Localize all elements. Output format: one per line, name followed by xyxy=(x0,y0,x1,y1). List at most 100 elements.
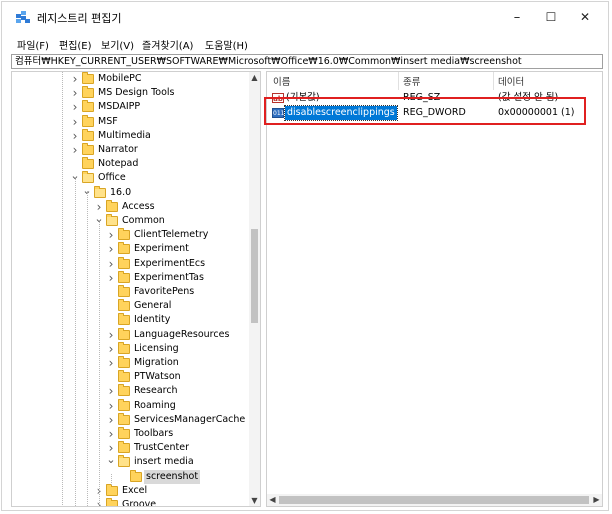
tree-item[interactable]: Notepad xyxy=(12,157,252,171)
tree-item[interactable]: › ClientTelemetry xyxy=(12,228,252,242)
tree-item[interactable]: › Access xyxy=(12,199,252,214)
tree-item-label: General xyxy=(134,300,172,312)
tree-item-selected[interactable]: screenshot xyxy=(12,469,252,484)
tree-item[interactable]: › Licensing xyxy=(12,341,252,356)
chevron-down-icon[interactable]: ⌄ xyxy=(106,454,116,468)
tree-item[interactable]: › Narrator xyxy=(12,143,252,157)
tree-item[interactable]: › Roaming xyxy=(12,398,252,413)
tree-item-label: Research xyxy=(134,385,178,397)
column-divider[interactable] xyxy=(493,72,494,90)
tree-item[interactable]: ⌄ Common xyxy=(12,213,252,228)
column-header-name[interactable]: 이름 xyxy=(273,74,290,88)
tree-item-label: LanguageResources xyxy=(134,328,230,340)
folder-icon xyxy=(118,455,130,468)
chevron-right-icon[interactable]: › xyxy=(106,343,116,355)
chevron-right-icon[interactable]: › xyxy=(70,101,80,113)
maximize-button[interactable]: ☐ xyxy=(534,6,568,28)
chevron-right-icon[interactable]: › xyxy=(106,442,116,454)
folder-icon xyxy=(118,398,130,411)
tree-item-label: ExperimentEcs xyxy=(134,257,206,269)
tree-item-label: Experiment xyxy=(134,243,189,255)
menu-favorites[interactable]: 즐겨찾기(A) xyxy=(142,37,193,52)
chevron-right-icon[interactable]: › xyxy=(94,201,104,213)
tree-item-label: PTWatson xyxy=(134,371,181,383)
tree-item-label: MSDAIPP xyxy=(98,101,141,113)
tree-item-label: 16.0 xyxy=(110,186,132,198)
tree-item[interactable]: General xyxy=(12,299,252,313)
tree-item[interactable]: › LanguageResources xyxy=(12,327,252,342)
tree-scroll-thumb[interactable] xyxy=(251,229,258,323)
menu-view[interactable]: 보기(V) xyxy=(101,37,134,52)
column-divider[interactable] xyxy=(398,72,399,90)
chevron-right-icon[interactable]: › xyxy=(106,258,116,270)
tree-item[interactable]: › MS Design Tools xyxy=(12,86,252,100)
tree-item[interactable]: › MSDAIPP xyxy=(12,100,252,114)
scroll-right-arrow[interactable]: ▶ xyxy=(591,494,602,505)
tree-item[interactable]: › MSF xyxy=(12,114,252,129)
tree-item[interactable]: ⌄16.0 xyxy=(12,185,252,200)
title-bar[interactable]: 레지스트리 편집기 – ☐ ✕ xyxy=(2,2,608,32)
scroll-left-arrow[interactable]: ◀ xyxy=(267,494,278,505)
tree-item[interactable]: › Experiment xyxy=(12,242,252,256)
tree-item[interactable]: › ExperimentEcs xyxy=(12,256,252,271)
column-header-type[interactable]: 종류 xyxy=(403,74,420,88)
chevron-right-icon[interactable]: › xyxy=(106,243,116,255)
registry-editor-app-icon xyxy=(16,11,30,23)
tree-item-label: insert media xyxy=(134,456,194,468)
tree-item[interactable]: ⌄ insert media xyxy=(12,454,252,469)
chevron-right-icon[interactable]: › xyxy=(106,385,116,397)
chevron-right-icon[interactable]: › xyxy=(106,329,116,341)
close-button[interactable]: ✕ xyxy=(568,6,602,28)
chevron-right-icon[interactable]: › xyxy=(106,428,116,440)
tree-item[interactable]: ⌄ Office xyxy=(12,170,252,185)
chevron-right-icon[interactable]: › xyxy=(106,414,116,426)
value-list-pane[interactable]: 이름 종류 데이터 ab (기본값) REG_SZ (값 설정 안 됨) 011… xyxy=(266,71,603,507)
chevron-right-icon[interactable]: › xyxy=(106,229,116,241)
tree-item[interactable]: › TrustCenter xyxy=(12,441,252,455)
tree-item[interactable]: › ExperimentTas xyxy=(12,270,252,285)
tree-item[interactable]: FavoritePens xyxy=(12,285,252,299)
chevron-right-icon[interactable]: › xyxy=(106,357,116,369)
key-tree-pane[interactable]: › MobilePC › MS Design Tools › MSDAIPP › MSF › Mu… xyxy=(11,71,261,507)
chevron-right-icon[interactable]: › xyxy=(70,73,80,85)
folder-icon xyxy=(82,171,94,184)
highlight-annotation-box xyxy=(264,97,586,125)
list-scroll-thumb[interactable] xyxy=(279,496,589,504)
tree-vertical-scrollbar[interactable]: ▲ ▼ xyxy=(249,72,260,506)
tree-item[interactable]: ›Groove xyxy=(12,498,252,506)
tree-item[interactable]: › Migration xyxy=(12,356,252,370)
menu-file[interactable]: 파일(F) xyxy=(17,37,49,52)
tree-item[interactable]: › MobilePC xyxy=(12,72,252,86)
tree-item[interactable]: ›Excel xyxy=(12,483,252,498)
tree-item-label: ExperimentTas xyxy=(134,271,204,283)
tree-item-label: MobilePC xyxy=(98,73,142,84)
chevron-right-icon[interactable]: › xyxy=(70,87,80,99)
chevron-right-icon[interactable]: › xyxy=(70,144,80,156)
folder-icon xyxy=(118,313,130,326)
chevron-right-icon[interactable]: › xyxy=(70,116,80,128)
menu-edit[interactable]: 편집(E) xyxy=(59,37,92,52)
chevron-right-icon[interactable]: › xyxy=(70,130,80,142)
tree-item-label: MSF xyxy=(98,115,118,127)
tree-item[interactable]: › Toolbars xyxy=(12,427,252,441)
folder-icon xyxy=(106,483,118,496)
tree-item[interactable]: › ServicesManagerCache xyxy=(12,412,252,427)
folder-icon xyxy=(118,327,130,340)
column-header-data[interactable]: 데이터 xyxy=(498,74,524,88)
tree-item[interactable]: › Research xyxy=(12,384,252,398)
chevron-right-icon[interactable]: › xyxy=(106,272,116,284)
tree-item[interactable]: Identity xyxy=(12,313,252,327)
tree-item[interactable]: PTWatson xyxy=(12,370,252,384)
list-horizontal-scrollbar[interactable]: ◀ ▶ xyxy=(267,494,602,506)
address-bar[interactable]: 컴퓨터₩HKEY_CURRENT_USER₩SOFTWARE₩Microsoft… xyxy=(11,54,603,69)
scroll-down-arrow[interactable]: ▼ xyxy=(249,495,260,506)
minimize-button[interactable]: – xyxy=(500,6,534,28)
scroll-up-arrow[interactable]: ▲ xyxy=(249,72,260,83)
chevron-right-icon[interactable]: › xyxy=(106,400,116,412)
folder-icon xyxy=(130,469,142,482)
menu-help[interactable]: 도움말(H) xyxy=(205,37,248,52)
tree-item-label: ServicesManagerCache xyxy=(134,413,246,425)
tree-item[interactable]: › Multimedia xyxy=(12,128,252,143)
